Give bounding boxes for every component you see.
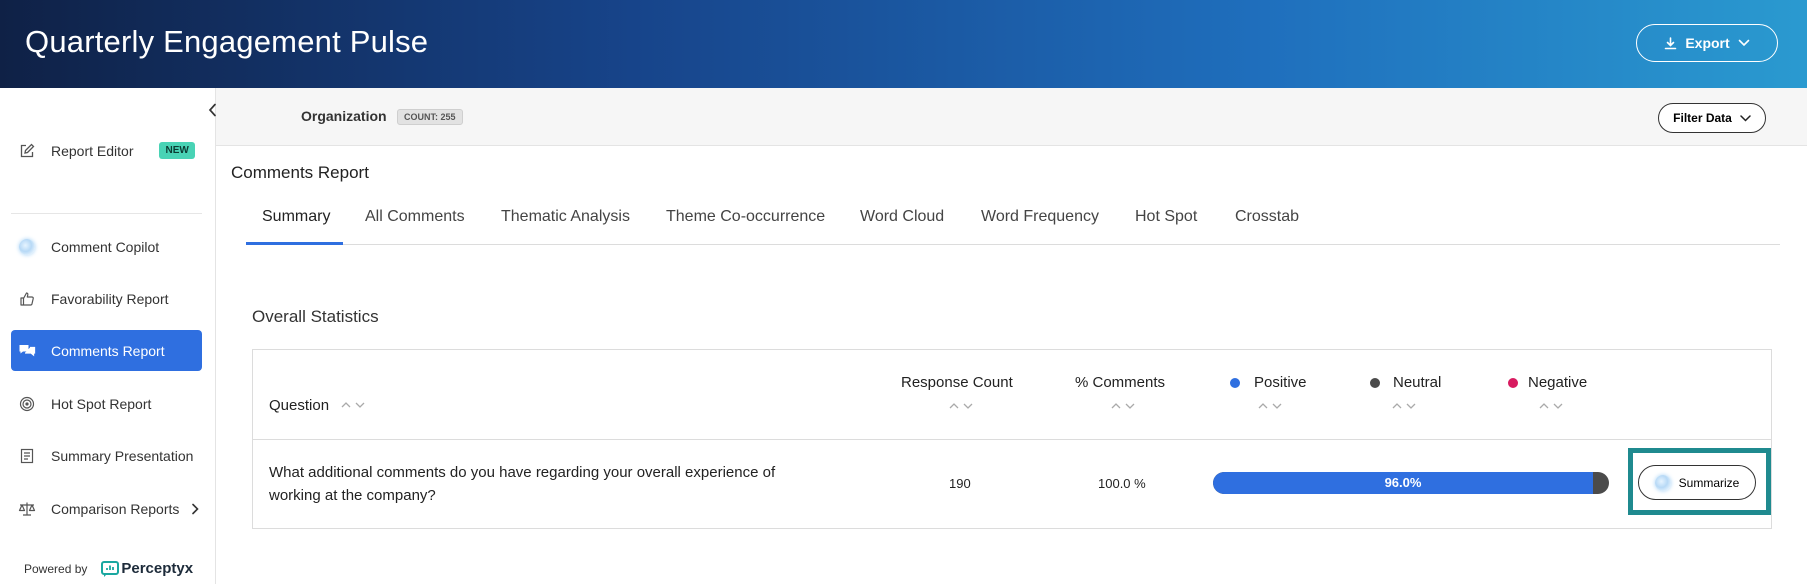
sidebar-item-label: Summary Presentation <box>51 447 194 464</box>
column-header-pct-comments[interactable]: % Comments <box>1075 374 1165 391</box>
export-label: Export <box>1685 35 1730 51</box>
filter-data-button[interactable]: Filter Data <box>1658 103 1766 133</box>
new-badge: NEW <box>159 142 195 159</box>
statistics-table: Question Response Count % Comments Posit… <box>252 349 1772 529</box>
target-icon <box>16 396 38 412</box>
chevron-down-icon <box>1738 39 1750 47</box>
sort-arrows-icon[interactable] <box>1392 402 1418 410</box>
tab-hot-spot[interactable]: Hot Spot <box>1135 208 1197 226</box>
sidebar-item-comparison-reports[interactable]: Comparison Reports <box>11 488 202 529</box>
summarize-highlight-frame: Summarize <box>1628 448 1771 515</box>
perceptyx-logo: Perceptyx <box>101 560 193 577</box>
sidebar-item-comment-copilot[interactable]: Comment Copilot <box>11 226 202 267</box>
download-icon <box>1664 36 1677 50</box>
powered-by-label: Powered by <box>24 561 88 576</box>
page-title: Quarterly Engagement Pulse <box>25 24 429 59</box>
chevron-right-icon <box>191 503 200 515</box>
report-tabs: Summary All Comments Thematic Analysis T… <box>246 196 1780 245</box>
section-title: Overall Statistics <box>252 307 379 326</box>
column-header-neutral[interactable]: Neutral <box>1393 374 1441 391</box>
column-header-negative[interactable]: Negative <box>1528 374 1587 391</box>
report-title: Comments Report <box>231 163 369 182</box>
column-header-question[interactable]: Question <box>269 397 329 414</box>
tab-word-cloud[interactable]: Word Cloud <box>860 208 944 226</box>
brand-name: Perceptyx <box>121 560 194 577</box>
sidebar-item-label: Hot Spot Report <box>51 395 152 412</box>
document-icon <box>16 448 38 464</box>
sentiment-bar: 96.0% <box>1213 472 1609 494</box>
chevron-down-icon <box>1740 111 1751 125</box>
edit-icon <box>16 143 38 159</box>
copilot-spark-icon <box>16 238 38 255</box>
filter-data-label: Filter Data <box>1673 111 1732 125</box>
copilot-spark-icon <box>1654 474 1671 491</box>
sort-arrows-icon[interactable] <box>1258 402 1284 410</box>
tab-theme-co-occurrence[interactable]: Theme Co-occurrence <box>666 208 825 226</box>
sort-arrows-icon[interactable] <box>1539 402 1565 410</box>
tab-all-comments[interactable]: All Comments <box>365 208 465 226</box>
app-header: Quarterly Engagement Pulse Export <box>0 0 1807 88</box>
summarize-label: Summarize <box>1678 475 1740 490</box>
summarize-button[interactable]: Summarize <box>1638 465 1756 500</box>
response-count-value: 190 <box>949 476 971 491</box>
positive-legend-dot <box>1230 378 1240 388</box>
tab-thematic-analysis[interactable]: Thematic Analysis <box>501 208 630 226</box>
neutral-legend-dot <box>1370 378 1380 388</box>
positive-pct-label: 96.0% <box>1384 475 1422 490</box>
sort-arrows-icon[interactable] <box>341 401 367 409</box>
organization-label: Organization <box>301 108 387 124</box>
sidebar-item-hot-spot-report[interactable]: Hot Spot Report <box>11 383 202 424</box>
sidebar-item-label: Report Editor <box>51 142 134 159</box>
tab-word-frequency[interactable]: Word Frequency <box>981 208 1099 226</box>
sidebar-item-label: Comments Report <box>51 342 165 359</box>
sidebar-item-label: Comparison Reports <box>51 500 180 517</box>
question-text: What additional comments do you have reg… <box>269 464 776 504</box>
sidebar-item-favorability-report[interactable]: Favorability Report <box>11 278 202 319</box>
column-header-response-count[interactable]: Response Count <box>901 374 1013 391</box>
sidebar-item-comments-report[interactable]: Comments Report <box>11 330 202 371</box>
table-row-divider <box>253 439 1771 440</box>
sidebar-item-summary-presentation[interactable]: Summary Presentation <box>11 435 202 476</box>
sidebar-divider <box>11 213 202 214</box>
sidebar-item-label: Favorability Report <box>51 290 169 307</box>
sidebar-item-label: Comment Copilot <box>51 238 160 255</box>
thumbs-up-icon <box>16 291 38 307</box>
active-tab-indicator <box>246 242 343 245</box>
sort-arrows-icon[interactable] <box>1111 402 1137 410</box>
sidebar-item-report-editor[interactable]: Report Editor NEW <box>11 130 202 171</box>
tab-crosstab[interactable]: Crosstab <box>1235 208 1299 226</box>
negative-legend-dot <box>1508 378 1518 388</box>
count-badge: COUNT: 255 <box>397 109 463 125</box>
scale-icon <box>16 501 38 517</box>
tab-summary[interactable]: Summary <box>262 208 330 226</box>
sort-arrows-icon[interactable] <box>949 402 975 410</box>
export-button[interactable]: Export <box>1636 24 1778 62</box>
column-header-positive[interactable]: Positive <box>1254 374 1307 391</box>
powered-by: Powered by Perceptyx <box>24 560 193 577</box>
chat-bubbles-icon <box>16 343 38 359</box>
pct-comments-value: 100.0 % <box>1098 476 1146 491</box>
